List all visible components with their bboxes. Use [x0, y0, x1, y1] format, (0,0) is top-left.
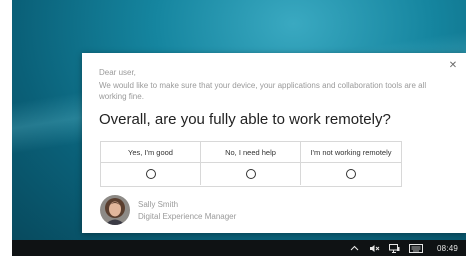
option-label-need-help: No, I need help: [201, 142, 301, 163]
option-label-not-remote: I'm not working remotely: [301, 142, 401, 163]
network-icon[interactable]: [388, 243, 400, 254]
greeting-text: Dear user,: [99, 68, 136, 77]
chevron-up-icon[interactable]: [349, 243, 360, 254]
radio-not-remote[interactable]: [346, 169, 356, 179]
taskbar-clock[interactable]: 08:49: [437, 244, 458, 253]
close-icon[interactable]: ✕: [448, 61, 458, 71]
survey-options-table: Yes, I'm good No, I need help I'm not wo…: [100, 141, 402, 187]
option-label-yes: Yes, I'm good: [101, 142, 201, 163]
option-cell-yes: [101, 163, 201, 185]
option-cell-not-remote: [301, 163, 401, 185]
survey-notification: ✕ Dear user, We would like to make sure …: [82, 53, 466, 233]
intro-text: We would like to make sure that your dev…: [99, 81, 427, 101]
keyboard-icon[interactable]: [409, 243, 424, 254]
sender-name: Sally Smith: [138, 200, 179, 209]
volume-muted-icon[interactable]: [369, 243, 380, 254]
avatar-photo: [100, 195, 130, 225]
screen: ✕ Dear user, We would like to make sure …: [0, 0, 466, 256]
radio-yes[interactable]: [145, 169, 156, 179]
survey-question: Overall, are you fully able to work remo…: [99, 111, 391, 128]
taskbar: 08:49: [12, 240, 466, 256]
system-tray: 08:49: [349, 240, 458, 256]
radio-need-help[interactable]: [245, 169, 256, 179]
option-cell-need-help: [201, 163, 301, 185]
avatar: [100, 195, 130, 225]
sender-title: Digital Experience Manager: [138, 212, 237, 221]
